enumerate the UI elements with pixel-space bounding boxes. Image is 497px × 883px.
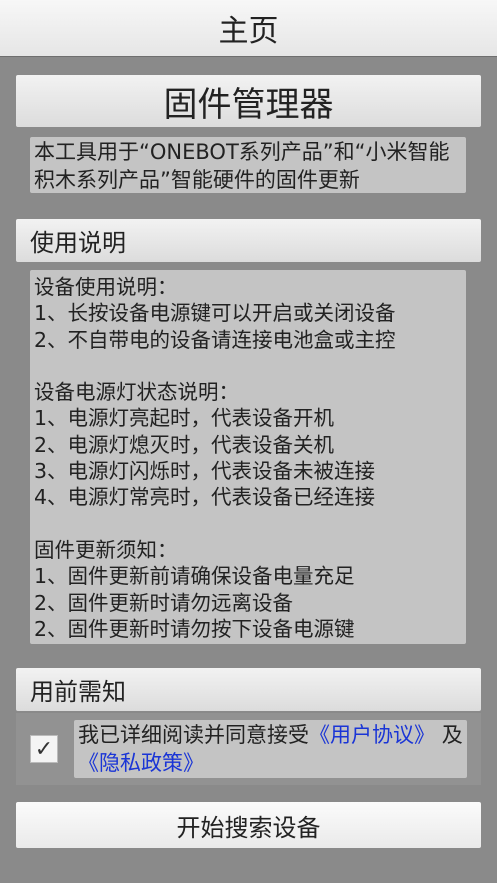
user-agreement-link[interactable]: 《用户协议》	[309, 723, 435, 747]
usage-line	[34, 511, 462, 537]
firmware-manager-title: 固件管理器	[16, 75, 481, 127]
usage-line: 固件更新须知：	[34, 537, 178, 562]
privacy-policy-link[interactable]: 《隐私政策》	[78, 751, 204, 775]
usage-line: 2、固件更新时请勿远离设备	[34, 590, 294, 615]
agree-joiner: 及	[441, 723, 463, 747]
page-title: 主页	[218, 14, 279, 49]
agreement-text: 我已详细阅读并同意接受《用户协议》 及《隐私政策》	[74, 720, 467, 778]
agree-checkbox[interactable]: ✓	[30, 735, 58, 763]
usage-line: 2、不自带电的设备请连接电池盒或主控	[34, 327, 396, 352]
header-bar: 主页	[0, 0, 497, 57]
usage-instructions: 设备使用说明： 1、长按设备电源键可以开启或关闭设备 2、不自带电的设备请连接电…	[30, 270, 466, 644]
usage-line	[34, 353, 462, 379]
agree-prefix: 我已详细阅读并同意接受	[78, 723, 309, 747]
usage-line: 2、电源灯熄灭时，代表设备关机	[34, 432, 335, 457]
usage-line: 1、固件更新前请确保设备电量充足	[34, 564, 355, 589]
usage-line: 1、电源灯亮起时，代表设备开机	[34, 406, 335, 431]
check-icon: ✓	[34, 736, 54, 762]
usage-line: 4、电源灯常亮时，代表设备已经连接	[34, 485, 376, 510]
usage-line: 3、电源灯闪烁时，代表设备未被连接	[34, 459, 376, 484]
firmware-description: 本工具用于“ONEBOT系列产品”和“小米智能积木系列产品”智能硬件的固件更新	[30, 137, 466, 193]
usage-section-title: 使用说明	[16, 219, 481, 262]
usage-line: 1、长按设备电源键可以开启或关闭设备	[34, 301, 396, 326]
usage-line: 2、固件更新时请勿按下设备电源键	[34, 616, 355, 641]
notice-section-title: 用前需知	[16, 668, 481, 711]
usage-line: 设备电源灯状态说明：	[34, 380, 239, 405]
usage-line: 设备使用说明：	[34, 275, 178, 299]
start-search-button[interactable]: 开始搜索设备	[16, 802, 481, 848]
